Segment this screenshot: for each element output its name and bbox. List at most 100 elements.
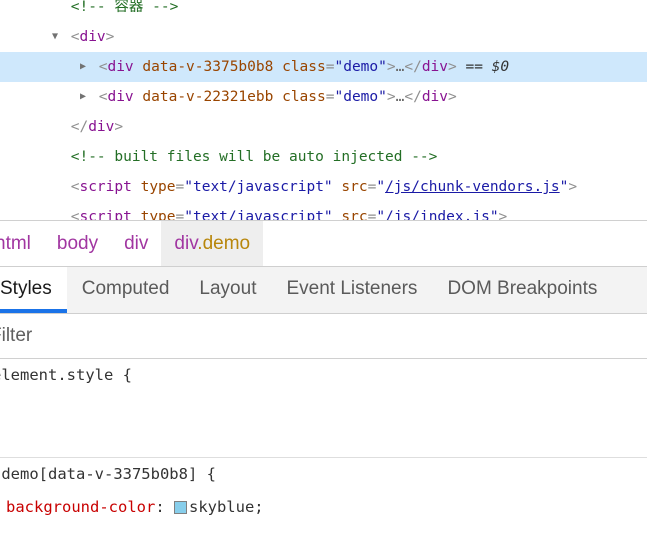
styles-filter-bar[interactable]: [0, 314, 647, 359]
dom-tree-row-content: <!-- 容器 -->: [0, 0, 647, 22]
dom-token: >: [448, 89, 457, 105]
filter-input[interactable]: [0, 314, 647, 358]
dom-token: script: [79, 209, 131, 220]
css-declaration-separator: :: [155, 498, 174, 516]
dom-tree-row-content: ▶ <div data-v-3375b0b8 class="demo">…</d…: [0, 52, 647, 82]
breadcrumb-item-body[interactable]: body: [44, 221, 111, 266]
tab-strip: StylesComputedLayoutEvent ListenersDOM B…: [0, 267, 612, 313]
styles-pane-tab-bar[interactable]: StylesComputedLayoutEvent ListenersDOM B…: [0, 266, 647, 314]
breadcrumb-item-div[interactable]: div: [111, 221, 161, 266]
dom-token: >: [568, 179, 577, 195]
breadcrumb-item-div-demo[interactable]: div.demo: [161, 221, 263, 266]
dom-token: "demo": [334, 59, 386, 75]
breadcrumb-item-name: div: [124, 233, 148, 254]
dom-token: >: [106, 29, 115, 45]
dom-tree-row-content: <script type="text/javascript" src="/js/…: [0, 172, 647, 202]
css-closing-brace-text: }: [0, 431, 1, 449]
breadcrumb-item-name: body: [57, 233, 98, 254]
styles-rules-pane[interactable]: element.style {}.demo[data-v-3375b0b8] {…: [0, 359, 647, 544]
dom-token: script: [79, 179, 131, 195]
css-rule-closing-brace: }: [0, 424, 647, 457]
dom-token: type: [141, 179, 176, 195]
dom-token: >: [499, 209, 508, 220]
dom-token: type: [141, 209, 176, 220]
dom-token: div: [107, 89, 133, 105]
dom-token: [132, 179, 141, 195]
breadcrumb-item-name: html: [0, 233, 31, 254]
dom-token: "text/javascript": [184, 179, 332, 195]
css-closing-brace-text: }: [0, 531, 1, 544]
breadcrumb-item-html[interactable]: html: [0, 221, 44, 266]
dom-token: "/js/index.js": [376, 209, 498, 220]
dom-token: [132, 209, 141, 220]
dom-tree-row-content: <!-- built files will be auto injected -…: [0, 142, 647, 172]
dom-token: </: [71, 119, 88, 135]
dom-tree-row-content: <script type="text/javascript" src="/js/…: [0, 202, 647, 220]
dom-token: data-v-3375b0b8: [142, 59, 273, 75]
dom-tree-row[interactable]: ▶ <div data-v-22321ebb class="demo">…</d…: [0, 82, 647, 112]
dom-tree-row-content: </div>: [0, 112, 647, 142]
dom-tree-row[interactable]: <script type="text/javascript" src="/js/…: [0, 172, 647, 202]
dom-token: =: [176, 209, 185, 220]
dom-tree-panel[interactable]: <!-- 容器 --> ▼ <div>▶ <div data-v-3375b0b8…: [0, 0, 647, 220]
css-selector[interactable]: .demo[data-v-3375b0b8] {: [0, 458, 647, 491]
css-rule-element-style[interactable]: element.style {}: [0, 359, 647, 458]
dom-token: "demo": [334, 89, 386, 105]
css-declaration[interactable]: background-color: skyblue;: [0, 491, 647, 524]
css-empty-body[interactable]: [0, 392, 647, 424]
dom-token: class: [282, 89, 326, 105]
dom-token: </: [404, 59, 421, 75]
dom-token: >: [387, 89, 396, 105]
css-selector[interactable]: element.style {: [0, 359, 647, 392]
dom-token: [273, 59, 282, 75]
css-rule-demo-rule[interactable]: .demo[data-v-3375b0b8] { background-color…: [0, 458, 647, 544]
dom-tree-row[interactable]: ▼ <div>: [0, 22, 647, 52]
dom-token: div: [422, 59, 448, 75]
css-rule-closing-brace: }: [0, 524, 647, 544]
dom-token: =: [176, 179, 185, 195]
dom-token: div: [107, 59, 133, 75]
dom-tree-row-content: ▶ <div data-v-22321ebb class="demo">…</d…: [0, 82, 647, 112]
chevron-right-icon[interactable]: ▶: [80, 82, 90, 112]
chevron-right-icon[interactable]: ▶: [80, 52, 90, 82]
breadcrumb-item-name: div: [174, 233, 197, 254]
dom-tree-row-content: ▼ <div>: [0, 22, 647, 52]
tab-dom-breakpoints[interactable]: DOM Breakpoints: [432, 267, 612, 313]
dom-token: data-v-22321ebb: [142, 89, 273, 105]
css-property-value[interactable]: skyblue;: [189, 498, 264, 516]
breadcrumb-scroll-content: htmlbodydivdiv.demo: [0, 221, 263, 266]
dom-token: </: [404, 89, 421, 105]
dom-token: >: [114, 119, 123, 135]
styles-scroll-content: element.style {}.demo[data-v-3375b0b8] {…: [0, 359, 647, 544]
chevron-down-icon[interactable]: ▼: [52, 22, 62, 52]
dom-token: <!-- 容器 -->: [71, 0, 179, 15]
dom-tree-row[interactable]: <!-- 容器 -->: [0, 0, 647, 22]
dom-tree-scroll-content: <!-- 容器 --> ▼ <div>▶ <div data-v-3375b0b8…: [0, 0, 647, 220]
dom-token: src: [341, 209, 367, 220]
dom-tree-row[interactable]: <!-- built files will be auto injected -…: [0, 142, 647, 172]
dom-token: div: [422, 89, 448, 105]
dom-tree-row[interactable]: </div>: [0, 112, 647, 142]
dom-token: class: [282, 59, 326, 75]
dom-token: div: [88, 119, 114, 135]
tab-layout[interactable]: Layout: [184, 267, 271, 313]
breadcrumb-item-class: .demo: [197, 233, 250, 254]
tab-styles[interactable]: Styles: [0, 267, 67, 313]
css-selector-text: .demo[data-v-3375b0b8] {: [0, 465, 216, 483]
dom-token: ": [376, 179, 385, 195]
dom-token: >: [387, 59, 396, 75]
breadcrumb[interactable]: htmlbodydivdiv.demo: [0, 220, 647, 266]
dom-token: "text/javascript": [184, 209, 332, 220]
color-swatch-icon[interactable]: [174, 501, 187, 514]
dom-token: div: [79, 29, 105, 45]
dom-tree-row[interactable]: <script type="text/javascript" src="/js/…: [0, 202, 647, 220]
tab-computed[interactable]: Computed: [67, 267, 185, 313]
dom-token: <!-- built files will be auto injected -…: [71, 149, 438, 165]
css-property-name[interactable]: background-color: [6, 498, 155, 516]
dom-token: src: [341, 179, 367, 195]
tab-event-listeners[interactable]: Event Listeners: [271, 267, 432, 313]
dom-tree-row[interactable]: ▶ <div data-v-3375b0b8 class="demo">…</d…: [0, 52, 647, 82]
dom-token: >: [448, 59, 457, 75]
dom-token: == $0: [457, 59, 509, 75]
dom-token[interactable]: /js/chunk-vendors.js: [385, 179, 560, 195]
